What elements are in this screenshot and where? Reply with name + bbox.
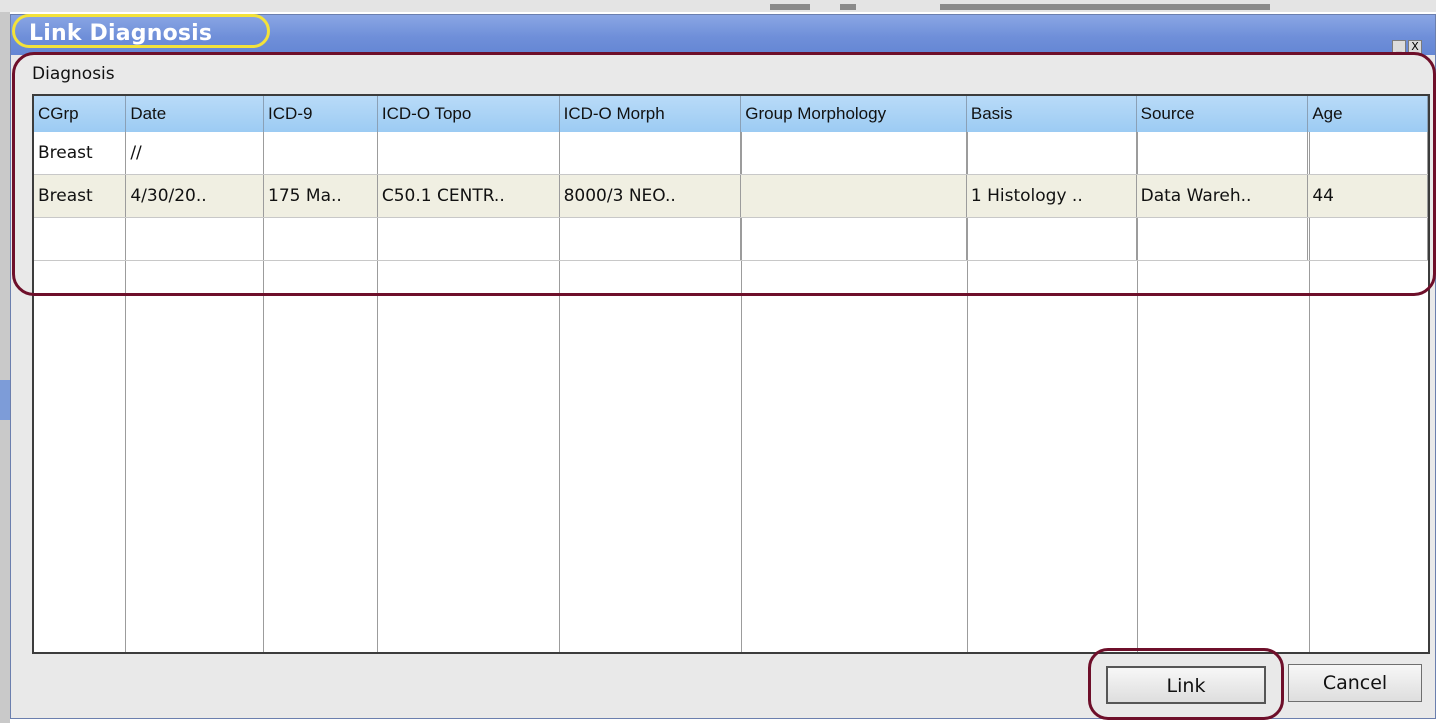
cell-basis: [966, 132, 1137, 175]
cell-group-morphology: [740, 132, 967, 175]
cell-group-morphology: [740, 174, 967, 218]
column-header-basis[interactable]: Basis: [966, 96, 1137, 132]
table-row[interactable]: Breast 4/30/20.. 175 Ma.. C50.1 CENTR.. …: [34, 174, 1428, 218]
background-segment: [940, 4, 1270, 10]
diagnosis-section-label: Diagnosis: [32, 64, 115, 84]
background-app-accent: [0, 380, 10, 420]
cancel-button[interactable]: Cancel: [1288, 664, 1422, 702]
cell-icdo-morph: 8000/3 NEO..: [559, 174, 742, 218]
column-header-icdo-topo[interactable]: ICD-O Topo: [377, 96, 560, 132]
column-header-source[interactable]: Source: [1136, 96, 1309, 132]
column-header-icdo-morph[interactable]: ICD-O Morph: [559, 96, 742, 132]
cell-basis: 1 Histology ..: [966, 174, 1137, 218]
background-segment: [770, 4, 810, 10]
background-app-strip: [0, 0, 1436, 12]
cell-icdo-topo: C50.1 CENTR..: [377, 174, 560, 218]
table-header-row: CGrp Date ICD-9 ICD-O Topo ICD-O Morph G…: [34, 96, 1428, 132]
cell-icd9: [263, 132, 378, 175]
cell-icd9: 175 Ma..: [263, 174, 378, 218]
cell-date: //: [125, 132, 265, 175]
cell-date: 4/30/20..: [125, 174, 265, 218]
background-app-edge: [0, 0, 10, 723]
cell-cgrp: Breast: [34, 132, 127, 175]
cell-age: [1307, 132, 1428, 175]
table-row-empty: [34, 217, 1428, 261]
column-header-icd9[interactable]: ICD-9: [263, 96, 378, 132]
background-segment: [840, 4, 856, 10]
title-highlight-annotation: [12, 14, 270, 48]
column-header-cgrp[interactable]: CGrp: [34, 96, 127, 132]
cell-age: 44: [1307, 174, 1428, 218]
diagnosis-table: CGrp Date ICD-9 ICD-O Topo ICD-O Morph G…: [32, 94, 1430, 654]
cell-icdo-morph: [559, 132, 742, 175]
cell-cgrp: Breast: [34, 174, 127, 218]
cell-source: [1136, 132, 1309, 175]
column-header-age[interactable]: Age: [1307, 96, 1428, 132]
diagnosis-grid: CGrp Date ICD-9 ICD-O Topo ICD-O Morph G…: [34, 96, 1428, 261]
table-row[interactable]: Breast //: [34, 132, 1428, 175]
link-button[interactable]: Link: [1106, 666, 1266, 704]
cell-icdo-topo: [377, 132, 560, 175]
column-header-date[interactable]: Date: [125, 96, 265, 132]
close-icon[interactable]: X: [1408, 40, 1422, 54]
column-header-group-morphology[interactable]: Group Morphology: [740, 96, 967, 132]
minimize-button[interactable]: _: [1392, 40, 1406, 54]
cell-source: Data Wareh..: [1136, 174, 1309, 218]
